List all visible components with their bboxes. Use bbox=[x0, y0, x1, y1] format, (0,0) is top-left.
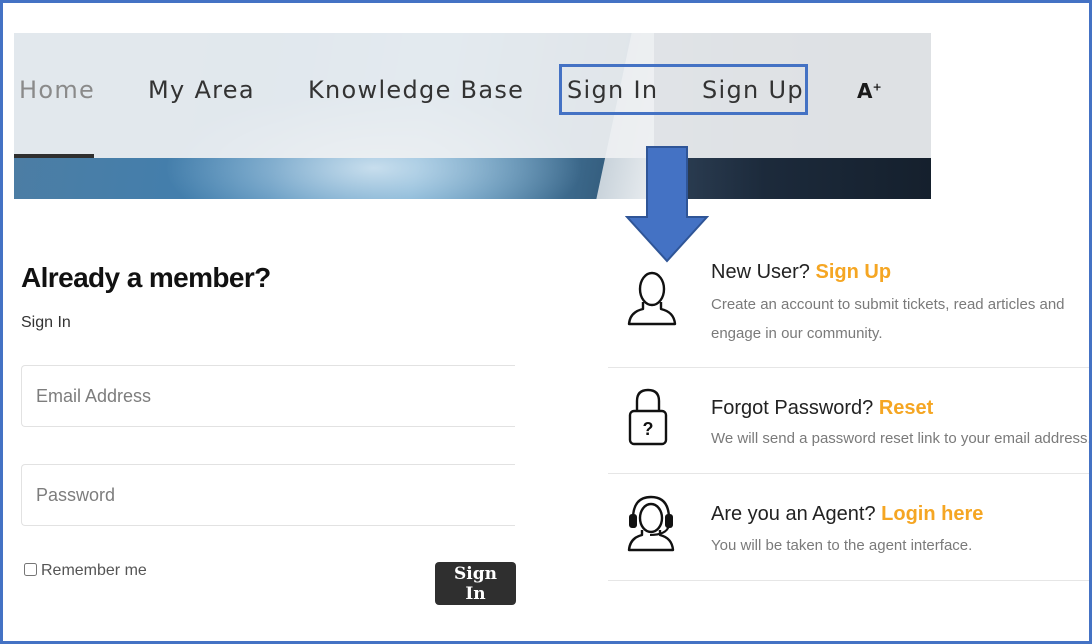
password-field[interactable] bbox=[21, 464, 515, 526]
lock-question-icon: ? bbox=[628, 388, 668, 446]
nav-active-indicator bbox=[14, 154, 94, 158]
header-banner: Home My Area Knowledge Base Sign In Sign… bbox=[14, 33, 931, 199]
agent-heading: Are you an Agent? Login here bbox=[711, 503, 984, 525]
forgot-password-description: We will send a password reset link to yo… bbox=[711, 430, 1092, 447]
agent-description: You will be taken to the agent interface… bbox=[711, 537, 973, 554]
info-agent: Are you an Agent? Login here You will be… bbox=[608, 473, 1092, 581]
agent-login-link[interactable]: Login here bbox=[881, 503, 983, 525]
text-size-icon[interactable]: A+ bbox=[857, 79, 882, 103]
form-subtitle: Sign In bbox=[21, 314, 71, 331]
reset-link[interactable]: Reset bbox=[879, 397, 933, 419]
top-navigation: Home My Area Knowledge Base Sign In Sign… bbox=[14, 33, 931, 158]
info-forgot-password: ? Forgot Password? Reset We will send a … bbox=[608, 367, 1092, 474]
nav-my-area[interactable]: My Area bbox=[148, 75, 255, 105]
nav-home[interactable]: Home bbox=[19, 75, 95, 105]
sign-in-button[interactable]: Sign In bbox=[435, 562, 516, 605]
info-new-user: New User? Sign Up Create an account to s… bbox=[608, 255, 1092, 368]
remember-me-checkbox[interactable] bbox=[24, 563, 37, 576]
svg-text:?: ? bbox=[643, 419, 654, 439]
forgot-password-heading: Forgot Password? Reset bbox=[711, 397, 934, 419]
form-title: Already a member? bbox=[21, 262, 271, 293]
nav-sign-up[interactable]: Sign Up bbox=[702, 75, 804, 105]
nav-sign-in[interactable]: Sign In bbox=[567, 75, 658, 105]
remember-me-label: Remember me bbox=[41, 562, 147, 579]
sign-up-link[interactable]: Sign Up bbox=[815, 261, 891, 283]
nav-knowledge-base[interactable]: Knowledge Base bbox=[308, 75, 524, 105]
user-icon bbox=[627, 271, 677, 326]
remember-me[interactable]: Remember me bbox=[24, 562, 147, 580]
annotation-arrow-icon bbox=[625, 146, 709, 263]
new-user-heading: New User? Sign Up bbox=[711, 261, 892, 283]
headset-agent-icon bbox=[627, 495, 675, 552]
new-user-description: Create an account to submit tickets, rea… bbox=[711, 296, 1065, 342]
email-field[interactable] bbox=[21, 365, 515, 427]
